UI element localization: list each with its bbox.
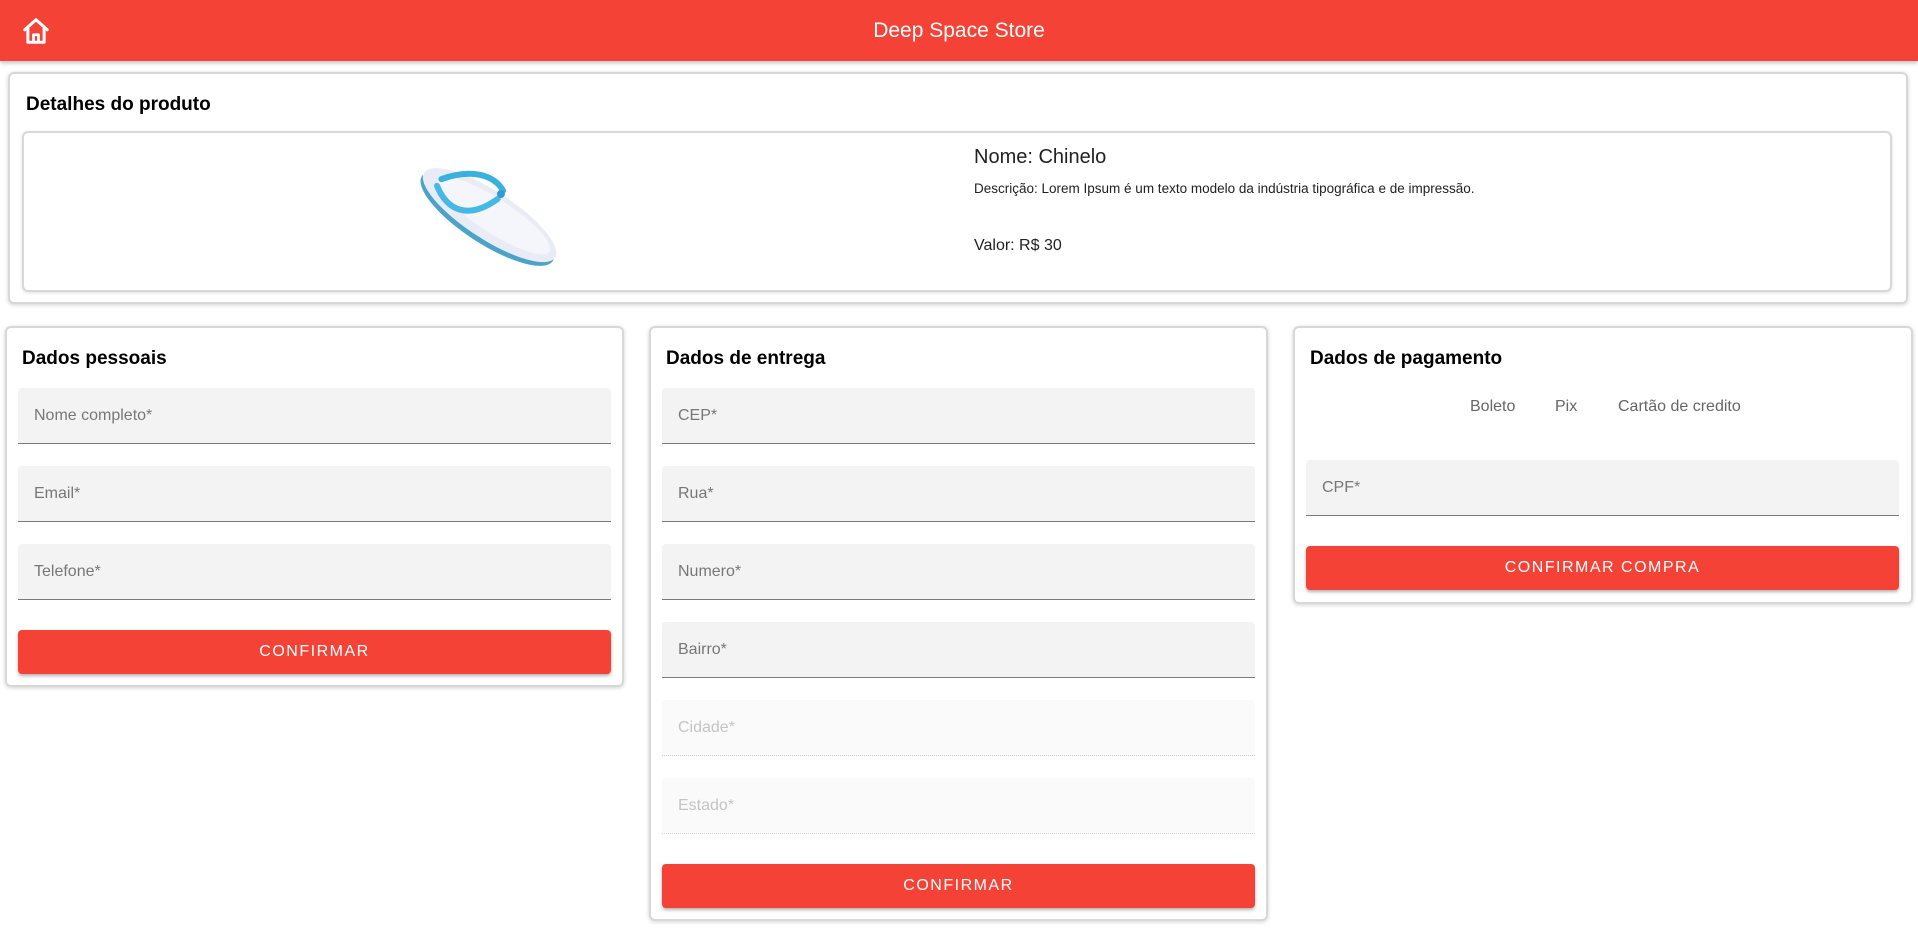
payment-option-boleto[interactable]: Boleto bbox=[1470, 398, 1515, 416]
store-title: Deep Space Store bbox=[873, 19, 1045, 42]
city-field bbox=[662, 700, 1255, 756]
home-icon bbox=[23, 18, 49, 44]
email-field[interactable] bbox=[18, 466, 611, 522]
product-details-card: Detalhes do produto Nome: Chinelo Descri… bbox=[8, 72, 1908, 304]
app-bar: Deep Space Store bbox=[0, 0, 1918, 61]
phone-input[interactable] bbox=[18, 544, 611, 599]
payment-data-card: Dados de pagamento Boleto Pix Cartão de … bbox=[1293, 326, 1913, 604]
product-info-panel: Nome: Chinelo Descrição: Lorem Ipsum é u… bbox=[22, 131, 1892, 292]
state-input bbox=[662, 778, 1255, 833]
home-button[interactable] bbox=[16, 13, 56, 49]
city-input bbox=[662, 700, 1255, 755]
full-name-field[interactable] bbox=[18, 388, 611, 444]
confirm-purchase-button[interactable]: CONFIRMAR COMPRA bbox=[1306, 546, 1899, 590]
payment-section-title: Dados de pagamento bbox=[1310, 348, 1503, 369]
phone-field[interactable] bbox=[18, 544, 611, 600]
cpf-field[interactable] bbox=[1306, 460, 1899, 516]
district-input[interactable] bbox=[662, 622, 1255, 677]
email-input[interactable] bbox=[18, 466, 611, 521]
personal-section-title: Dados pessoais bbox=[22, 348, 167, 369]
cep-input[interactable] bbox=[662, 388, 1255, 443]
district-field[interactable] bbox=[662, 622, 1255, 678]
confirm-delivery-button[interactable]: CONFIRMAR bbox=[662, 864, 1255, 908]
number-field[interactable] bbox=[662, 544, 1255, 600]
payment-option-pix[interactable]: Pix bbox=[1555, 398, 1577, 416]
personal-data-card: Dados pessoais CONFIRMAR bbox=[5, 326, 624, 687]
delivery-section-title: Dados de entrega bbox=[666, 348, 826, 369]
state-field bbox=[662, 778, 1255, 834]
product-description: Descrição: Lorem Ipsum é um texto modelo… bbox=[974, 181, 1475, 196]
delivery-data-card: Dados de entrega CONFIRMAR bbox=[649, 326, 1268, 921]
product-price: Valor: R$ 30 bbox=[974, 237, 1062, 254]
flip-flop-image bbox=[420, 168, 557, 266]
payment-option-card[interactable]: Cartão de credito bbox=[1618, 398, 1741, 416]
product-name: Nome: Chinelo bbox=[974, 146, 1107, 168]
cpf-input[interactable] bbox=[1306, 460, 1899, 515]
cep-field[interactable] bbox=[662, 388, 1255, 444]
street-field[interactable] bbox=[662, 466, 1255, 522]
street-input[interactable] bbox=[662, 466, 1255, 521]
product-section-title: Detalhes do produto bbox=[26, 94, 211, 115]
number-input[interactable] bbox=[662, 544, 1255, 599]
full-name-input[interactable] bbox=[18, 388, 611, 443]
confirm-personal-button[interactable]: CONFIRMAR bbox=[18, 630, 611, 674]
